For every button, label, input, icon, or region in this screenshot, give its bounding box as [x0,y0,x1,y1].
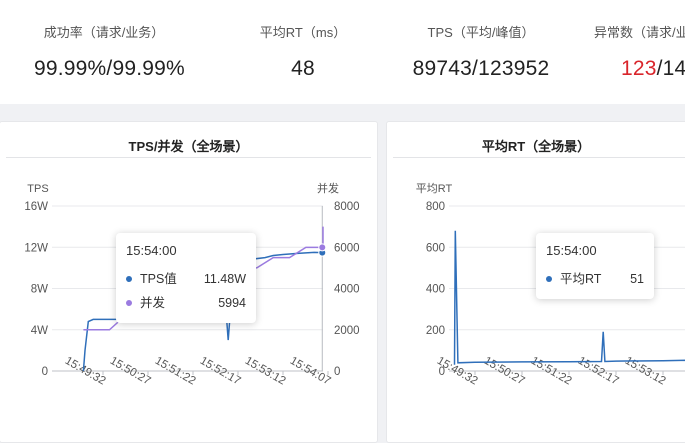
stat-avg-rt: 平均RT（ms） 48 [243,22,363,81]
stat-success-rate: 成功率（请求/业务） 99.99%/99.99% [34,22,174,81]
stat-label: 异常数（请求/业务） [594,22,685,41]
y-right-tick-label: 0 [334,366,340,378]
tooltip-row-concurrency: 并发 5994 [126,291,246,315]
tps-concurrency-panel: TPS/并发（全场景） 04W8W12W16W02000400060008000… [0,121,378,443]
y-tick-label: 200 [426,325,445,337]
y-right-tick-label: 8000 [334,201,360,213]
error-count-rest: /14 [657,57,685,80]
stat-label: 成功率（请求/业务） [34,22,174,41]
stat-errors: 异常数（请求/业务） 123/14 [594,22,685,81]
y-tick-label: 4W [31,325,48,337]
y-right-tick-label: 4000 [334,284,360,296]
stat-label: 平均RT（ms） [243,22,363,41]
tooltip-value: 5994 [218,291,246,315]
y-axis-label: 平均RT [416,182,453,195]
stat-value: 48 [243,57,363,81]
tooltip-value: 51 [630,267,644,291]
series-dot-icon [126,300,132,306]
y-tick-label: 400 [426,284,445,296]
avg-rt-panel: 平均RT（全场景） 0200400600800平均RT15:49:3215:50… [386,121,685,443]
stats-bar: 成功率（请求/业务） 99.99%/99.99% 平均RT（ms） 48 TPS… [0,0,685,104]
rt-tooltip: 15:54:00 平均RT 51 [536,233,654,299]
series-dot-icon [126,276,132,282]
y-right-tick-label: 2000 [334,325,360,337]
y-right-axis-label: 并发 [317,181,339,195]
y-axis-label: TPS [27,183,48,195]
series-hover-point [319,244,326,251]
stat-label: TPS（平均/峰值） [401,22,561,41]
y-right-tick-label: 6000 [334,242,360,254]
tooltip-value: 11.48W [204,267,246,291]
y-tick-label: 12W [24,242,48,254]
tooltip-row-rt: 平均RT 51 [546,267,644,291]
stat-value: 89743/123952 [401,57,561,81]
tooltip-row-tps: TPS值 11.48W [126,267,246,291]
tooltip-series-name: 并发 [140,296,165,310]
tooltip-series-name: TPS值 [140,272,177,286]
series-dot-icon [546,276,552,282]
tooltip-time: 15:54:00 [126,243,246,258]
y-tick-label: 800 [426,201,445,213]
tps-tooltip: 15:54:00 TPS值 11.48W 并发 5994 [116,233,256,323]
tooltip-time: 15:54:00 [546,243,644,258]
y-tick-label: 8W [31,284,48,296]
tooltip-series-name: 平均RT [560,272,601,286]
stat-value: 123/14 [621,57,685,81]
stat-tps: TPS（平均/峰值） 89743/123952 [401,22,561,81]
error-count-red: 123 [621,57,657,80]
y-tick-label: 600 [426,242,445,254]
y-tick-label: 0 [42,366,48,378]
stat-value: 99.99%/99.99% [34,57,174,81]
y-tick-label: 16W [24,201,48,213]
